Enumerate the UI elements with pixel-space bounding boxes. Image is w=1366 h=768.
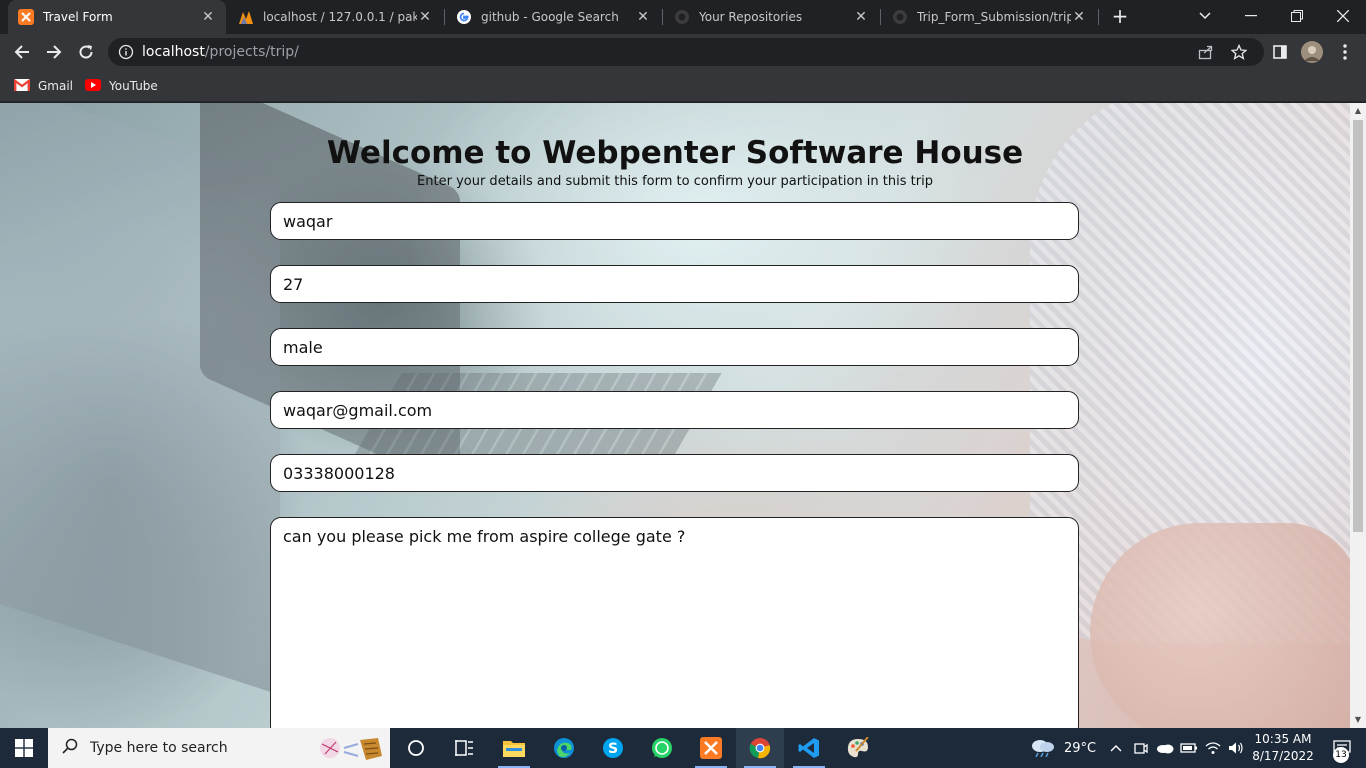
chrome-icon[interactable] [736, 728, 784, 768]
url-host: localhost [142, 44, 205, 60]
github-icon [892, 9, 908, 25]
close-tab-icon[interactable]: ✕ [417, 9, 433, 25]
tab-divider [880, 9, 881, 25]
page-scrollbar[interactable]: ▲ ▼ [1350, 103, 1366, 728]
page-viewport: Welcome to Webpenter Software House Ente… [0, 103, 1350, 728]
close-tab-icon[interactable]: ✕ [853, 9, 869, 25]
tab-title: Your Repositories [699, 10, 803, 24]
onedrive-icon[interactable] [1156, 728, 1174, 768]
bookmark-star-icon[interactable] [1230, 43, 1248, 64]
google-icon [456, 9, 472, 25]
paint-icon[interactable] [834, 728, 882, 768]
task-view-icon[interactable] [392, 728, 440, 768]
tab-title: github - Google Search [481, 10, 619, 24]
vscode-icon[interactable] [785, 728, 833, 768]
share-icon[interactable] [1198, 44, 1214, 64]
email-input[interactable] [270, 391, 1079, 429]
tab-title: Trip_Form_Submission/trip at [917, 10, 1071, 24]
skype-icon[interactable]: S [589, 728, 637, 768]
clock-date: 8/17/2022 [1252, 749, 1314, 763]
bookmarks-bar: Gmail YouTube [0, 70, 1366, 102]
xampp-icon [18, 9, 34, 25]
weather-widget[interactable]: 29°C [1030, 728, 1096, 768]
windows-taskbar: Type here to search S 29°C 10:35 AM 8/17… [0, 728, 1366, 768]
url-text: localhost/projects/trip/ [142, 44, 299, 60]
tray-overflow-icon[interactable] [1110, 728, 1122, 768]
clock-time: 10:35 AM [1254, 732, 1312, 746]
edge-icon[interactable] [540, 728, 588, 768]
close-tab-icon[interactable]: ✕ [635, 9, 651, 25]
minimize-icon[interactable] [1228, 0, 1274, 32]
file-explorer-icon[interactable] [490, 728, 538, 768]
tab-divider [1098, 9, 1099, 25]
cloud-rain-icon [1030, 737, 1056, 760]
close-window-icon[interactable] [1320, 0, 1366, 32]
weather-temp: 29°C [1064, 740, 1097, 756]
widgets-icon[interactable] [440, 728, 488, 768]
github-icon [674, 9, 690, 25]
back-button[interactable] [8, 38, 36, 66]
address-bar[interactable]: localhost/projects/trip/ [108, 38, 1264, 66]
tab-search-icon[interactable] [1182, 0, 1228, 32]
tab-trip-form-submission[interactable]: Trip_Form_Submission/trip at ✕ [882, 0, 1097, 34]
battery-icon[interactable] [1180, 728, 1198, 768]
bookmark-label: Gmail [38, 79, 74, 93]
message-textarea[interactable]: can you please pick me from aspire colle… [270, 517, 1079, 728]
tab-title: localhost / 127.0.0.1 / pak_to [263, 10, 417, 24]
trip-form-page: Welcome to Webpenter Software House Ente… [0, 103, 1350, 728]
tab-strip: Travel Form ✕ localhost / 127.0.0.1 / pa… [0, 0, 1366, 34]
forward-button[interactable] [40, 38, 68, 66]
scroll-down-icon[interactable]: ▼ [1350, 712, 1366, 728]
volume-icon[interactable] [1228, 728, 1244, 768]
phpmyadmin-icon [238, 9, 254, 25]
taskbar-search[interactable]: Type here to search [48, 728, 390, 768]
restore-icon[interactable] [1274, 0, 1320, 32]
whatsapp-icon[interactable] [638, 728, 686, 768]
notification-count-badge: 13 [1333, 747, 1349, 763]
close-tab-icon[interactable]: ✕ [200, 9, 216, 25]
wifi-icon[interactable] [1205, 728, 1221, 768]
start-button[interactable] [0, 728, 48, 768]
reload-button[interactable] [72, 38, 100, 66]
tab-travel-form[interactable]: Travel Form ✕ [8, 0, 226, 34]
page-title: Welcome to Webpenter Software House [326, 135, 1024, 171]
page-subtitle: Enter your details and submit this form … [417, 174, 933, 189]
gmail-icon [13, 78, 31, 94]
close-tab-icon[interactable]: ✕ [1071, 9, 1087, 25]
tab-phpmyadmin[interactable]: localhost / 127.0.0.1 / pak_to ✕ [228, 0, 443, 34]
profile-avatar[interactable] [1298, 38, 1326, 66]
tab-title: Travel Form [43, 10, 113, 24]
search-icon [62, 738, 78, 758]
youtube-icon [85, 78, 101, 94]
name-input[interactable] [270, 202, 1079, 240]
search-placeholder: Type here to search [90, 740, 228, 756]
meet-now-icon[interactable] [1134, 728, 1148, 768]
bookmark-youtube[interactable]: YouTube [85, 76, 158, 96]
search-highlight-icon [318, 734, 386, 766]
bookmark-gmail[interactable]: Gmail [13, 76, 74, 96]
site-info-icon[interactable] [118, 44, 134, 64]
xampp-taskbar-icon[interactable] [687, 728, 735, 768]
bookmark-label: YouTube [109, 79, 158, 93]
new-tab-button[interactable]: + [1108, 5, 1132, 29]
tab-google-search[interactable]: github - Google Search ✕ [446, 0, 661, 34]
phone-input[interactable] [270, 454, 1079, 492]
tab-divider [662, 9, 663, 25]
gender-input[interactable] [270, 328, 1079, 366]
menu-kebab-icon[interactable] [1331, 38, 1359, 66]
side-panel-icon[interactable] [1266, 38, 1294, 66]
svg-text:S: S [608, 741, 618, 757]
scrollbar-thumb[interactable] [1353, 120, 1363, 532]
tab-your-repositories[interactable]: Your Repositories ✕ [664, 0, 879, 34]
browser-toolbar: localhost/projects/trip/ [0, 34, 1366, 70]
scroll-up-icon[interactable]: ▲ [1350, 103, 1366, 119]
age-input[interactable] [270, 265, 1079, 303]
url-path: /projects/trip/ [204, 44, 299, 60]
tab-divider [444, 9, 445, 25]
system-clock[interactable]: 10:35 AM 8/17/2022 [1248, 731, 1318, 765]
